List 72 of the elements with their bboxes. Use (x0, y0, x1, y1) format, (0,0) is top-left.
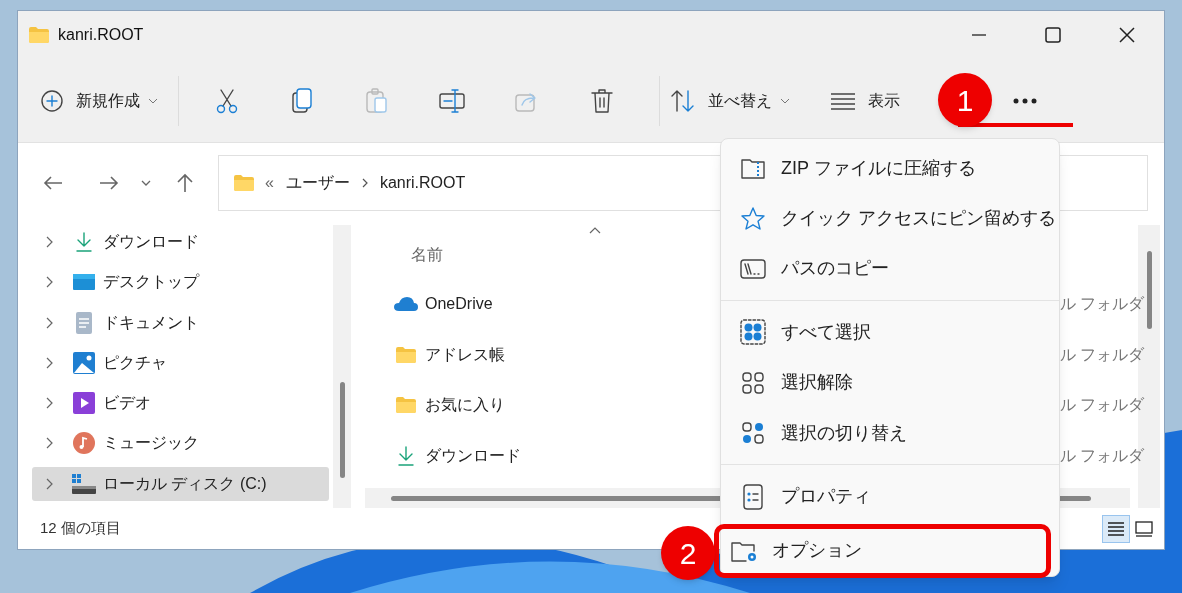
tiles-view-icon (1135, 520, 1153, 537)
sidebar-item[interactable]: ローカル ディスク (C:) (32, 466, 329, 501)
file-name[interactable]: お気に入り (425, 393, 505, 418)
new-button[interactable]: 新規作成 (40, 78, 158, 123)
file-type: ル フォルダ (1060, 294, 1145, 315)
file-name[interactable]: ダウンロード (425, 443, 521, 468)
file-name[interactable]: アドレス帳 (425, 342, 505, 367)
sidebar-item[interactable]: ビデオ (32, 386, 329, 421)
zip-folder-icon (740, 156, 766, 181)
sidebar-item[interactable]: ピクチャ (32, 345, 329, 380)
folder-icon (233, 174, 255, 192)
view-button[interactable]: 表示 (830, 78, 900, 123)
item-count: 12 個の項目 (40, 518, 121, 539)
scrollbar[interactable] (333, 225, 351, 508)
menu-item[interactable]: すべて選択 (721, 307, 1059, 358)
breadcrumb[interactable]: kanri.ROOT (379, 171, 466, 195)
sort-caret-icon (589, 227, 601, 234)
properties-icon (742, 482, 764, 511)
desktop-icon (72, 272, 96, 293)
download-icon (395, 444, 417, 467)
up-arrow-icon (176, 173, 194, 193)
details-view-icon (1107, 520, 1125, 537)
chevron-down-icon (148, 97, 158, 104)
chevron-down-icon (780, 97, 790, 104)
select-all-icon (740, 319, 766, 346)
path-copy-icon (740, 257, 766, 280)
file-type: ル フォルダ (1060, 445, 1145, 466)
chevron-right-icon (46, 397, 53, 410)
picture-icon (72, 350, 96, 375)
select-none-icon (740, 369, 766, 396)
chevron-right-icon (361, 178, 368, 188)
overflow-chevrons[interactable]: « (265, 171, 274, 195)
file-type: ル フォルダ (1060, 344, 1145, 365)
chevron-right-icon (46, 276, 53, 289)
menu-item[interactable]: 選択の切り替え (721, 407, 1059, 459)
minimize-icon (972, 34, 986, 36)
document-icon (74, 310, 94, 335)
sidebar-item[interactable]: デスクトップ (32, 265, 329, 300)
disk-drive-icon (71, 472, 97, 495)
maximize-icon (1045, 27, 1061, 43)
chevron-right-icon (46, 236, 53, 248)
file-type: ル フォルダ (1060, 395, 1145, 416)
download-icon (73, 231, 95, 253)
music-icon (72, 431, 96, 456)
chevron-right-icon (46, 316, 53, 329)
window-title: kanri.ROOT (58, 25, 144, 45)
forward-arrow-icon (99, 175, 119, 191)
close-icon (1119, 27, 1135, 43)
folder-icon (28, 26, 50, 44)
menu-item[interactable]: プロパティ (721, 471, 1059, 522)
file-name[interactable]: OneDrive (425, 292, 493, 317)
star-icon (740, 205, 766, 232)
video-icon (72, 391, 96, 416)
folder-icon (395, 396, 417, 415)
sort-button[interactable]: 並べ替え (670, 78, 790, 123)
breadcrumb[interactable]: ユーザー (285, 171, 350, 195)
folder-icon (395, 345, 417, 364)
menu-item[interactable]: 選択解除 (721, 357, 1059, 408)
chevron-right-icon (46, 356, 53, 369)
cloud-icon (393, 295, 419, 314)
chevron-right-icon (46, 477, 53, 490)
chevron-down-icon (141, 180, 151, 186)
sidebar-item[interactable]: ダウンロード (32, 225, 329, 259)
invert-selection-icon (740, 420, 766, 447)
column-header[interactable]: 名前 (411, 243, 443, 267)
back-arrow-icon (43, 175, 63, 191)
menu-item[interactable]: パスのコピー (721, 243, 1059, 295)
menu-item[interactable]: オプション (719, 528, 1046, 573)
sidebar-item[interactable]: ドキュメント (32, 305, 329, 340)
sidebar-item[interactable]: ミュージック (32, 426, 329, 461)
details-view-button[interactable] (1102, 514, 1130, 543)
chevron-right-icon (46, 437, 53, 450)
